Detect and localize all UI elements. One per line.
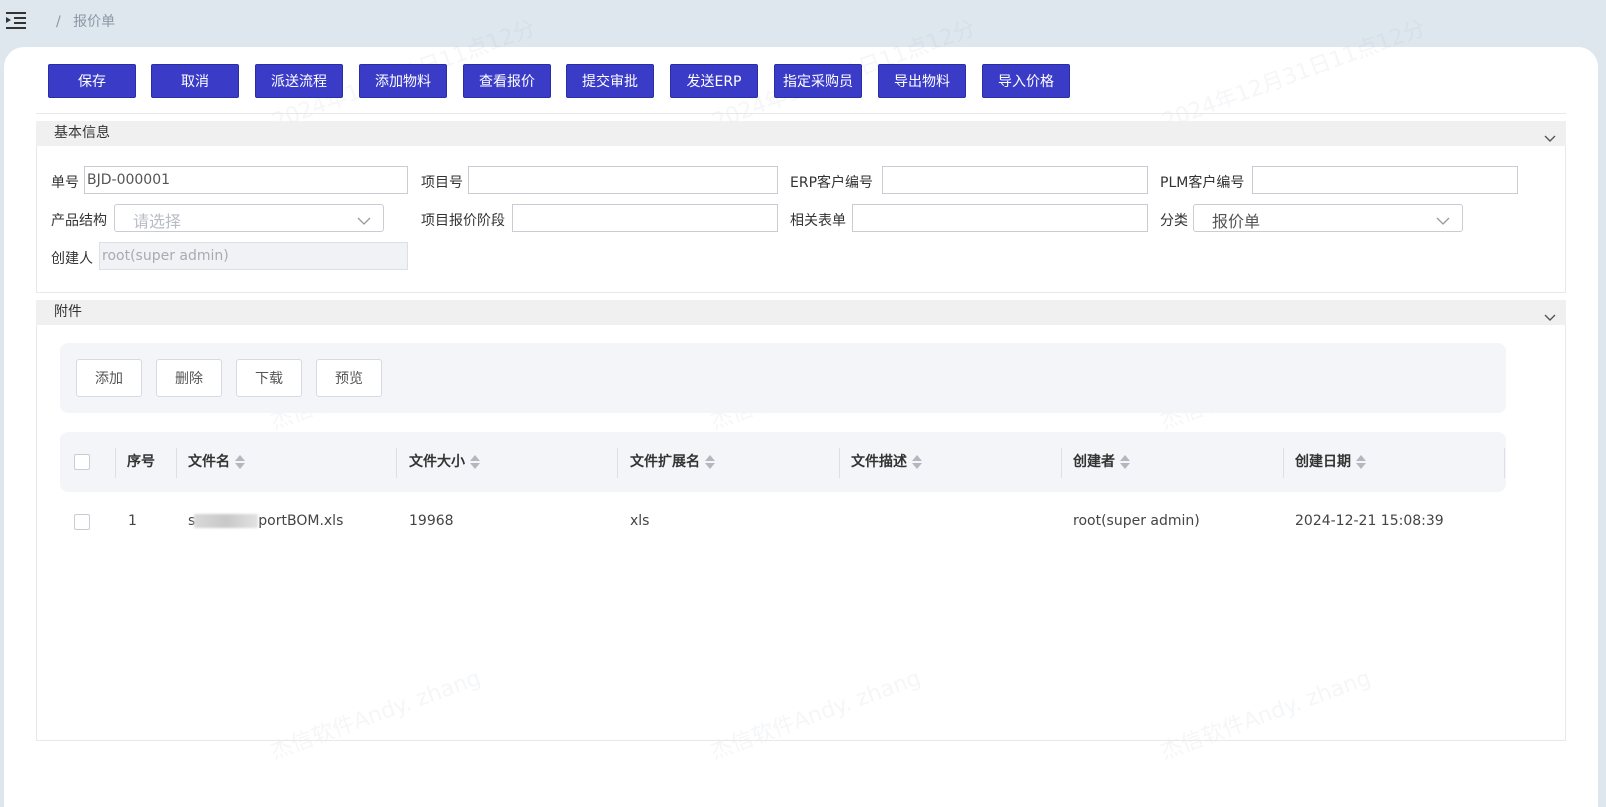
import-price-button[interactable]: 导入价格 [982,64,1070,98]
column-header-created-date[interactable]: 创建日期 [1295,432,1367,492]
column-divider [115,448,116,478]
plm-customer-input[interactable] [1252,166,1518,194]
download-attachment-button[interactable]: 下载 [236,359,302,397]
submit-approval-button[interactable]: 提交审批 [566,64,654,98]
column-header-creator[interactable]: 创建者 [1073,432,1131,492]
chevron-down-icon[interactable] [1544,307,1556,321]
project-no-label: 项目号 [421,175,463,191]
assign-buyer-button[interactable]: 指定采购员 [774,64,862,98]
top-bar: / 报价单 [0,0,1606,46]
cell-creator: root(super admin) [1073,513,1200,529]
main-card: 2024年12月31日11点12分 2024年12月31日11点12分 2024… [4,16,1598,807]
cell-extension: xls [630,513,650,529]
column-header-filesize[interactable]: 文件大小 [409,432,481,492]
sort-icon [705,455,715,469]
cancel-button[interactable]: 取消 [151,64,239,98]
sort-icon [235,455,245,469]
column-divider [1061,448,1062,478]
column-header-extension[interactable]: 文件扩展名 [630,432,716,492]
column-header-filename[interactable]: 文件名 [188,432,246,492]
erp-customer-label: ERP客户编号 [790,175,874,191]
export-material-button[interactable]: 导出物料 [878,64,966,98]
column-divider [839,448,840,478]
preview-attachment-button[interactable]: 预览 [316,359,382,397]
category-select[interactable]: 报价单 [1193,204,1463,232]
basic-info-header[interactable]: 基本信息 [36,121,1566,146]
quote-stage-input[interactable] [512,204,778,232]
order-no-input[interactable] [84,166,408,194]
section-title: 附件 [54,304,82,320]
related-form-input[interactable] [852,204,1148,232]
chevron-down-icon[interactable] [1544,128,1556,142]
divider [36,113,1566,114]
breadcrumb: / 报价单 [56,11,115,31]
sort-icon [912,455,922,469]
basic-info-body: 单号 项目号 ERP客户编号 PLM客户编号 产品结构 请选择 项目报价阶段 相… [36,146,1566,293]
column-divider [1504,448,1505,478]
product-structure-select[interactable]: 请选择 [114,204,384,232]
select-placeholder: 请选择 [133,212,182,231]
column-divider [396,448,397,478]
add-material-button[interactable]: 添加物料 [359,64,447,98]
column-header-description[interactable]: 文件描述 [851,432,923,492]
creator-input [99,242,408,270]
plm-customer-label: PLM客户编号 [1160,175,1245,191]
breadcrumb-current[interactable]: 报价单 [73,14,115,30]
order-no-label: 单号 [51,175,79,191]
add-attachment-button[interactable]: 添加 [76,359,142,397]
quote-stage-label: 项目报价阶段 [421,213,505,229]
dispatch-flow-button[interactable]: 派送流程 [255,64,343,98]
column-divider [1283,448,1284,478]
cell-filename: s portBOM.xls [188,513,344,529]
chevron-down-icon [357,214,371,225]
column-divider [176,448,177,478]
table-header: 序号 文件名 文件大小 文件扩展名 文件描述 创建者 创建日期 [60,432,1506,492]
column-header-index: 序号 [127,454,155,470]
delete-attachment-button[interactable]: 删除 [156,359,222,397]
table-row[interactable]: 1 s portBOM.xls 19968 xls root(super admi… [60,502,1506,542]
section-title: 基本信息 [54,125,110,141]
related-form-label: 相关表单 [790,213,846,229]
row-checkbox[interactable] [74,514,90,530]
creator-label: 创建人 [51,251,93,267]
menu-fold-icon[interactable] [5,10,29,32]
category-label: 分类 [1160,213,1188,229]
attachments-header[interactable]: 附件 [36,300,1566,325]
select-value: 报价单 [1212,212,1261,231]
select-all-checkbox[interactable] [74,454,90,470]
breadcrumb-separator: / [56,14,61,30]
sort-icon [1120,455,1130,469]
attachment-toolbar: 添加 删除 下载 预览 [60,343,1506,413]
sort-icon [470,455,480,469]
project-no-input[interactable] [468,166,778,194]
view-quote-button[interactable]: 查看报价 [463,64,551,98]
sort-icon [1356,455,1366,469]
save-button[interactable]: 保存 [48,64,136,98]
redacted-text [194,514,259,528]
send-erp-button[interactable]: 发送ERP [670,64,758,98]
product-structure-label: 产品结构 [51,213,107,229]
erp-customer-input[interactable] [882,166,1148,194]
cell-filesize: 19968 [409,513,454,529]
cell-created-date: 2024-12-21 15:08:39 [1295,513,1444,529]
cell-index: 1 [128,513,137,529]
chevron-down-icon [1436,214,1450,225]
column-divider [617,448,618,478]
